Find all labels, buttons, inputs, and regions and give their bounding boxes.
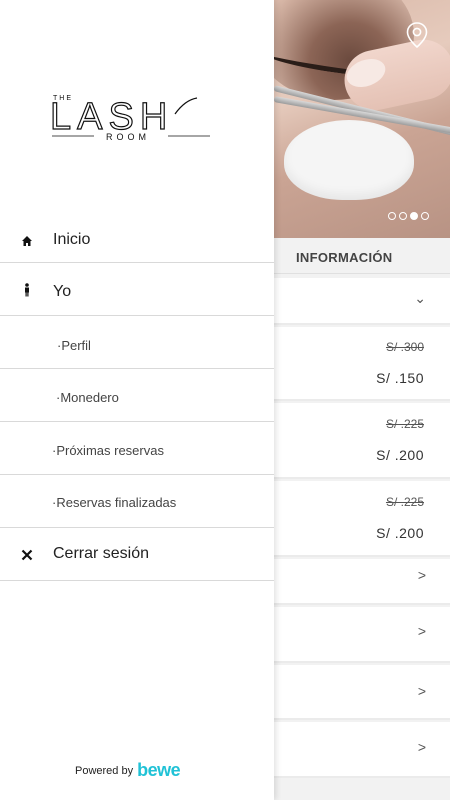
menu-subitem-label: ·Reservas finalizadas xyxy=(52,495,177,510)
menu-item-finished-bookings[interactable]: ·Reservas finalizadas xyxy=(0,476,274,528)
bewe-logo-text: bewe xyxy=(137,760,181,780)
powered-by[interactable]: Powered by bewe xyxy=(75,760,181,781)
home-icon xyxy=(20,234,34,248)
menu-subitem-label: ·Próximas reservas xyxy=(52,443,164,458)
close-icon xyxy=(20,548,34,562)
menu-subitem-label: ·Monedero xyxy=(56,390,119,405)
menu-item-profile[interactable]: ·Perfil xyxy=(0,317,274,369)
menu-subitem-label: ·Perfil xyxy=(57,338,91,353)
person-icon xyxy=(20,283,34,297)
menu-item-label: Inicio xyxy=(53,231,91,248)
menu-item-wallet[interactable]: ·Monedero xyxy=(0,370,274,422)
menu-item-home[interactable]: Inicio xyxy=(0,218,274,263)
menu-item-upcoming-bookings[interactable]: ·Próximas reservas xyxy=(0,423,274,475)
menu-item-label: Yo xyxy=(53,283,72,300)
menu-item-label: Cerrar sesión xyxy=(53,545,150,562)
powered-by-text: Powered by xyxy=(75,764,134,777)
navigation-drawer: THE LASH ROOM Inicio Yo ·Perfil ·Moneder… xyxy=(0,0,274,800)
bewe-logo: bewe xyxy=(137,760,181,781)
the-lash-room-logo: THE LASH ROOM xyxy=(50,95,210,142)
drawer-scrim[interactable] xyxy=(274,0,450,800)
logo-room: ROOM xyxy=(106,132,150,142)
menu-item-logout[interactable]: Cerrar sesión xyxy=(0,529,274,581)
menu-item-me[interactable]: Yo xyxy=(0,264,274,316)
